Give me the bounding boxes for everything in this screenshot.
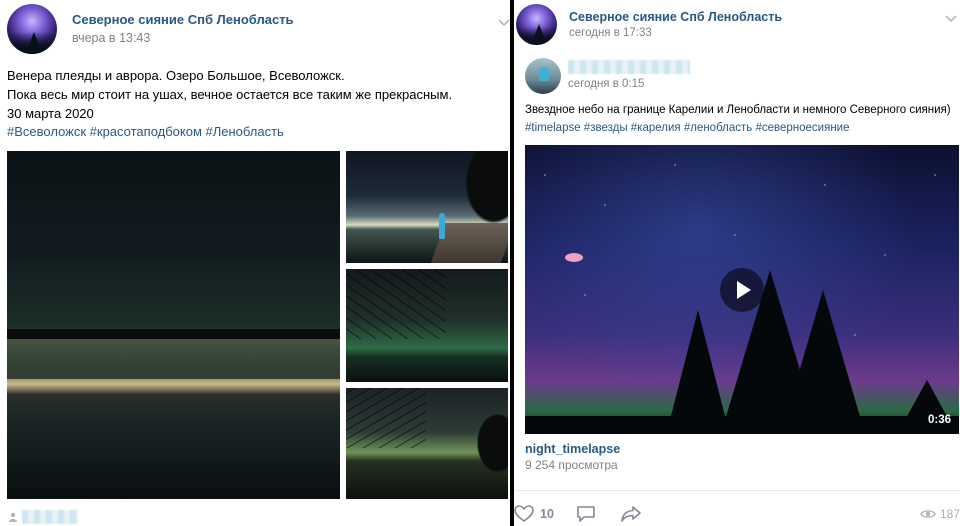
photo-thumb-3[interactable]	[346, 388, 508, 499]
photo-thumb-1[interactable]	[346, 151, 508, 263]
eye-icon	[920, 510, 936, 518]
views-count: 187	[940, 507, 960, 521]
comment-icon	[577, 506, 595, 522]
share-button[interactable]	[620, 505, 642, 523]
video-views: 9 254 просмотра	[525, 458, 618, 472]
repost-author-avatar[interactable]	[525, 58, 561, 94]
video-title[interactable]: night_timelapse	[525, 442, 620, 456]
post-text: Звездное небо на границе Карелии и Леноб…	[525, 104, 951, 116]
play-icon	[737, 281, 751, 299]
like-button[interactable]: 10	[514, 505, 554, 523]
share-icon	[621, 506, 641, 522]
post-time[interactable]: вчера в 13:43	[72, 31, 150, 45]
views-counter: 187	[920, 507, 960, 521]
group-avatar[interactable]	[516, 4, 557, 45]
chevron-down-icon[interactable]	[945, 12, 957, 24]
heart-icon	[514, 505, 534, 522]
video-duration: 0:36	[927, 414, 951, 426]
photo-thumb-2[interactable]	[346, 269, 508, 382]
left-post: Северное сияние Спб Ленобласть вчера в 1…	[0, 0, 510, 526]
right-post: Северное сияние Спб Ленобласть сегодня в…	[514, 0, 960, 526]
author-name-blurred	[22, 510, 78, 524]
like-count: 10	[540, 507, 554, 521]
post-text-line-2: Пока весь мир стоит на ушах, вечное оста…	[7, 87, 453, 102]
group-name[interactable]: Северное сияние Спб Ленобласть	[569, 10, 782, 24]
chevron-down-icon[interactable]	[498, 16, 510, 28]
repost-time[interactable]: сегодня в 0:15	[568, 78, 644, 90]
play-button[interactable]	[720, 268, 764, 312]
post-time[interactable]: сегодня в 17:33	[569, 27, 652, 39]
comment-button[interactable]	[576, 505, 596, 523]
photo-main[interactable]	[7, 151, 340, 499]
post-hashtags[interactable]: #timelapse #звезды #карелия #ленобласть …	[525, 122, 850, 134]
user-icon	[9, 512, 17, 522]
actions-separator	[514, 490, 960, 491]
video-player[interactable]: 0:36	[525, 145, 959, 434]
group-avatar[interactable]	[7, 4, 57, 54]
post-text-line-3: 30 марта 2020	[7, 106, 94, 121]
post-text-line-1: Венера плеяды и аврора. Озеро Большое, В…	[7, 68, 345, 83]
group-name[interactable]: Северное сияние Спб Ленобласть	[72, 12, 294, 27]
repost-author-name-blurred[interactable]	[568, 60, 690, 74]
post-hashtags[interactable]: #Всеволожск #красотаподбоком #Ленобласть	[7, 124, 284, 139]
